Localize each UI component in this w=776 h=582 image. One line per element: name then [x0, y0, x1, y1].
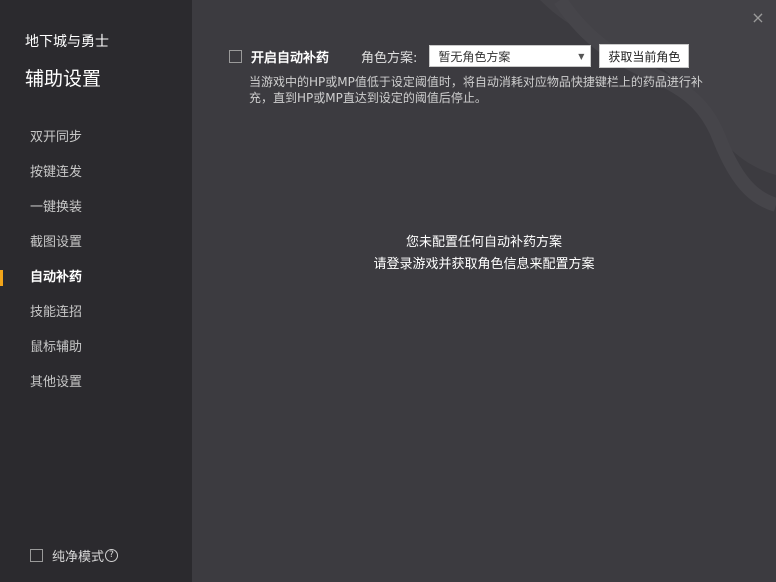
sidebar-item-auto-potion[interactable]: 自动补药 [0, 260, 192, 295]
role-scheme-select[interactable]: 暂无角色方案 ▼ [429, 45, 592, 67]
sidebar-nav: 双开同步 按键连发 一键换装 截图设置 自动补药 技能连招 鼠标辅助 其他设置 [0, 120, 192, 400]
sidebar-item-label: 一键换装 [30, 200, 83, 215]
app-title: 地下城与勇士 [25, 34, 109, 50]
auto-potion-description: 当游戏中的HP或MP值低于设定阈值时，将自动消耗对应物品快捷键栏上的药品进行补充… [249, 75, 703, 105]
sidebar-item-label: 双开同步 [30, 130, 83, 145]
pure-mode-option: 纯净模式 ? [30, 546, 119, 565]
role-scheme-value: 暂无角色方案 [438, 49, 511, 64]
sidebar-item-other-settings[interactable]: 其他设置 [0, 365, 192, 400]
sidebar-item-dual-sync[interactable]: 双开同步 [0, 120, 192, 155]
sidebar-item-label: 按键连发 [30, 165, 83, 180]
enable-auto-potion-option: 开启自动补药 [229, 47, 329, 66]
enable-auto-potion-label[interactable]: 开启自动补药 [251, 47, 329, 66]
sidebar: 地下城与勇士 辅助设置 双开同步 按键连发 一键换装 截图设置 自动补药 技能连… [0, 0, 192, 582]
empty-state: 您未配置任何自动补药方案 请登录游戏并获取角色信息来配置方案 [192, 232, 776, 276]
sidebar-item-label: 其他设置 [30, 375, 83, 390]
auto-potion-toolbar: 开启自动补药 角色方案: 暂无角色方案 ▼ 获取当前角色 [229, 44, 690, 68]
sidebar-item-skill-combo[interactable]: 技能连招 [0, 295, 192, 330]
empty-state-hint: 请登录游戏并获取角色信息来配置方案 [373, 257, 595, 272]
active-indicator [0, 270, 3, 286]
enable-auto-potion-checkbox[interactable] [229, 49, 242, 63]
sidebar-item-screenshot[interactable]: 截图设置 [0, 225, 192, 260]
sidebar-item-quick-equip[interactable]: 一键换装 [0, 190, 192, 225]
fetch-current-role-button[interactable]: 获取当前角色 [599, 44, 690, 68]
pure-mode-checkbox[interactable] [30, 549, 43, 562]
sidebar-item-mouse-assist[interactable]: 鼠标辅助 [0, 330, 192, 365]
role-scheme-label: 角色方案: [361, 50, 418, 66]
page-title: 辅助设置 [25, 68, 102, 90]
sidebar-item-label: 鼠标辅助 [30, 340, 83, 355]
dropdown-arrow-icon: ▼ [578, 51, 585, 61]
sidebar-item-label: 技能连招 [30, 305, 83, 320]
pure-mode-label[interactable]: 纯净模式 [52, 546, 104, 565]
close-icon[interactable]: × [750, 10, 766, 26]
settings-window: 地下城与勇士 辅助设置 双开同步 按键连发 一键换装 截图设置 自动补药 技能连… [0, 0, 776, 582]
help-icon[interactable]: ? [105, 549, 119, 562]
sidebar-item-key-repeat[interactable]: 按键连发 [0, 155, 192, 190]
sidebar-item-label: 截图设置 [30, 235, 83, 250]
sidebar-item-label: 自动补药 [30, 270, 83, 285]
empty-state-title: 您未配置任何自动补药方案 [405, 235, 562, 250]
